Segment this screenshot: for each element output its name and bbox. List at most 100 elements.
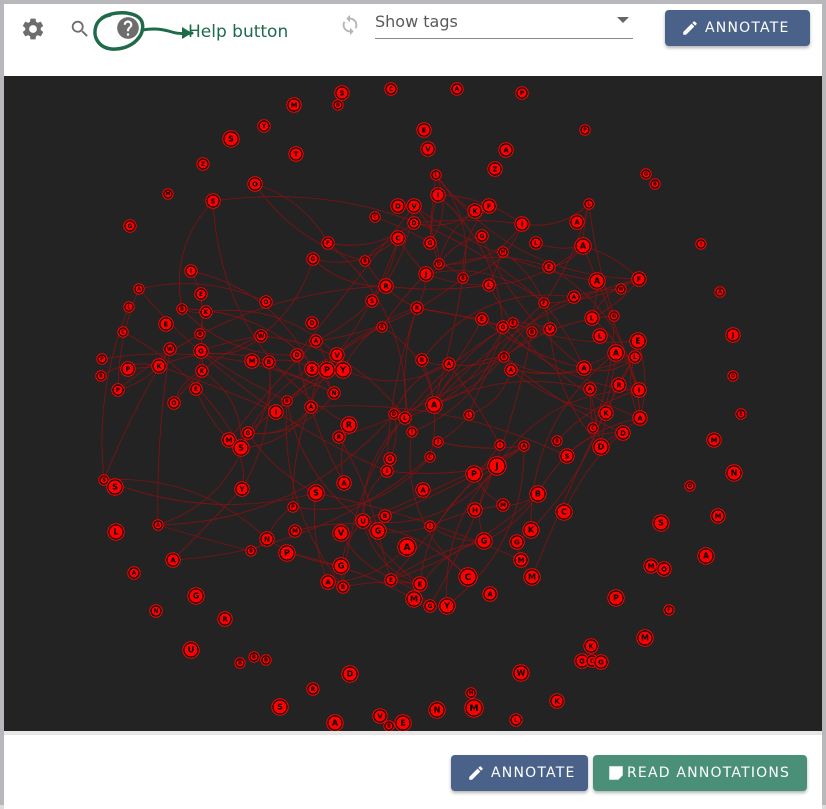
graph-node[interactable]: Y (438, 597, 456, 615)
graph-node[interactable]: G (509, 534, 525, 550)
graph-node[interactable]: D (407, 216, 421, 230)
graph-node[interactable]: B (332, 99, 344, 111)
graph-node[interactable]: S (106, 478, 124, 496)
graph-node[interactable]: R (332, 430, 346, 444)
graph-node[interactable]: B (498, 351, 510, 363)
gear-icon[interactable] (20, 16, 46, 42)
graph-node[interactable]: B (457, 272, 469, 284)
graph-node[interactable]: A (397, 537, 417, 557)
graph-node[interactable]: L (529, 236, 543, 250)
graph-node[interactable]: B (526, 326, 538, 338)
graph-node[interactable]: K (598, 405, 614, 421)
graph-node[interactable]: A (588, 272, 606, 290)
graph-node[interactable]: S (304, 361, 320, 377)
graph-node[interactable]: B (378, 509, 392, 523)
graph-node[interactable]: D (390, 198, 406, 214)
annotate-button-bottom[interactable]: ANNOTATE (451, 755, 588, 791)
graph-node[interactable]: K (199, 305, 213, 319)
graph-node[interactable]: V (329, 347, 345, 363)
graph-node[interactable]: M (706, 432, 722, 448)
annotate-button-top[interactable]: ANNOTATE (665, 10, 810, 46)
graph-node[interactable]: O (684, 480, 696, 492)
graph-node[interactable]: P (278, 544, 296, 562)
graph-node[interactable]: N (725, 464, 743, 482)
graph-node[interactable]: R (611, 377, 627, 393)
graph-node[interactable]: A (498, 142, 514, 158)
graph-node[interactable]: W (163, 342, 177, 356)
graph-node[interactable]: L (107, 523, 125, 541)
graph-node[interactable]: U (182, 641, 200, 659)
graph-node[interactable]: C (369, 211, 381, 223)
graph-node[interactable]: A (607, 344, 625, 362)
graph-node[interactable]: G (369, 522, 387, 540)
graph-node[interactable]: S (232, 439, 250, 457)
graph-node[interactable]: F (481, 198, 497, 214)
graph-node[interactable]: O (656, 561, 672, 577)
graph-node[interactable]: M (286, 97, 302, 113)
graph-node[interactable]: N (428, 701, 446, 719)
graph-node[interactable]: B (336, 580, 350, 594)
graph-node[interactable]: A (320, 574, 336, 590)
graph-node[interactable]: I (494, 439, 506, 451)
graph-node[interactable]: G (193, 343, 209, 359)
graph-node[interactable]: P (318, 361, 336, 379)
graph-node[interactable]: G (423, 236, 437, 250)
graph-node[interactable]: E (475, 312, 489, 326)
graph-node[interactable]: R (376, 321, 388, 333)
graph-node[interactable]: N (259, 531, 275, 547)
graph-node[interactable]: B (359, 255, 371, 267)
graph-node[interactable]: E (158, 316, 174, 332)
graph-node[interactable]: H (497, 246, 509, 258)
read-annotations-button[interactable]: READ ANNOTATIONS (593, 755, 807, 791)
graph-node[interactable]: L (628, 350, 642, 364)
graph-node[interactable]: A (425, 396, 443, 414)
graph-node[interactable]: B (383, 720, 395, 732)
graph-node[interactable]: U (355, 513, 371, 529)
graph-node[interactable]: G (187, 587, 205, 605)
graph-node[interactable]: P (287, 501, 299, 513)
graph-node[interactable]: Y (334, 361, 352, 379)
graph-node[interactable]: A (714, 286, 726, 298)
graph-canvas[interactable]: SCAPMBEAPYSTZVZLOMSIKFDVGBLAIDCGFCGGLAGB… (4, 76, 822, 732)
graph-node[interactable]: C (555, 503, 573, 521)
graph-node[interactable]: M (244, 353, 260, 369)
graph-node[interactable]: G (475, 532, 493, 550)
search-icon[interactable] (69, 18, 91, 40)
graph-node[interactable]: F (631, 271, 647, 287)
graph-node[interactable]: Z (196, 157, 210, 171)
graph-node[interactable]: B (248, 651, 260, 663)
graph-node[interactable]: S (559, 448, 575, 464)
graph-node[interactable]: M (636, 629, 654, 647)
graph-node[interactable]: E (735, 408, 747, 420)
graph-node[interactable]: G (593, 654, 609, 670)
graph-node[interactable]: P (111, 383, 125, 397)
graph-node[interactable]: D (433, 258, 445, 270)
graph-node[interactable]: I (184, 264, 198, 278)
graph-node[interactable]: G (496, 320, 510, 334)
graph-node[interactable]: A (569, 214, 585, 230)
graph-node[interactable]: A (415, 482, 431, 498)
graph-node[interactable]: I (514, 216, 530, 232)
graph-node[interactable]: G (332, 557, 350, 575)
graph-node[interactable]: M (710, 508, 726, 524)
graph-node[interactable]: C (424, 451, 436, 463)
graph-node[interactable]: L (482, 278, 496, 292)
graph-node[interactable]: G (475, 229, 489, 243)
graph-node[interactable]: P (515, 86, 529, 100)
graph-node[interactable]: J (725, 327, 741, 343)
graph-node[interactable]: M (523, 568, 541, 586)
graph-node[interactable]: S (205, 193, 221, 209)
graph-node[interactable]: T (288, 146, 304, 162)
graph-node[interactable]: A (632, 410, 648, 426)
graph-node[interactable]: G (241, 426, 255, 440)
graph-node[interactable]: D (290, 348, 304, 362)
graph-node[interactable]: B (260, 654, 272, 666)
graph-node[interactable]: B (234, 657, 246, 669)
graph-node[interactable]: L (123, 301, 135, 313)
graph-node[interactable]: B (245, 545, 257, 557)
graph-node[interactable]: A (309, 334, 323, 348)
graph-node[interactable]: B (551, 435, 563, 447)
graph-node[interactable]: G (383, 452, 397, 466)
graph-node[interactable]: A (697, 547, 715, 565)
graph-node[interactable]: W (512, 664, 530, 682)
